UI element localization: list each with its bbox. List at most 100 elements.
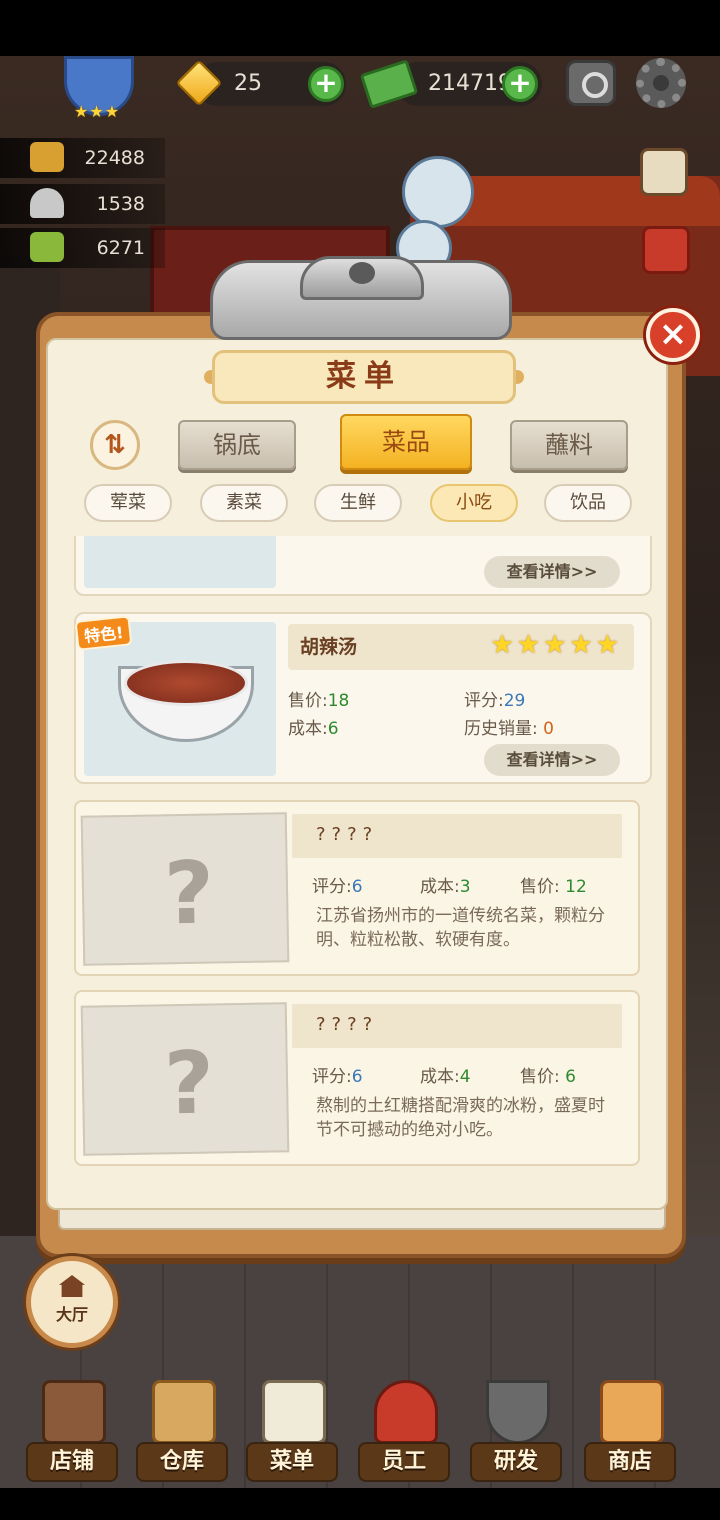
nav-warehouse[interactable]: 仓库	[132, 1370, 232, 1486]
sort-icon[interactable]: ⇅	[90, 420, 140, 470]
rank-stars: ★★★	[74, 102, 121, 121]
soup-icon	[124, 660, 248, 706]
cost-value: 3	[459, 877, 471, 897]
view-details-button[interactable]: 查看详情>>	[484, 744, 620, 776]
rank-badge[interactable]: ★★★	[34, 56, 162, 126]
storefront-icon	[42, 1380, 106, 1444]
tab-soup-base[interactable]: 锅底	[178, 420, 296, 470]
stat-popularity: 22488	[0, 138, 165, 178]
gem-count: 25	[234, 71, 262, 96]
nav-menu[interactable]: 菜单	[242, 1370, 342, 1486]
price-info: 售价: 12	[520, 872, 587, 897]
menu-title: 菜单	[212, 350, 516, 404]
star-rating: ★★★★★	[490, 630, 622, 660]
dish-card: 查看详情>>	[74, 536, 652, 596]
stat-value: 1538	[96, 193, 145, 215]
wok-icon	[486, 1380, 550, 1444]
gear-icon[interactable]	[636, 58, 686, 108]
clipboard-clip-hole	[349, 262, 375, 284]
dish-description: 熬制的土红糖搭配滑爽的冰粉，盛夏时节不可撼动的绝对小吃。	[316, 1096, 605, 1140]
nav-label: 仓库	[136, 1442, 228, 1482]
sales-label: 历史销量:	[464, 719, 538, 739]
subtab-drinks[interactable]: 饮品	[544, 484, 632, 522]
shop-icon	[600, 1380, 664, 1444]
price-value: 12	[565, 877, 587, 897]
tab-dipping-sauce[interactable]: 蘸料	[510, 420, 628, 470]
price-label: 售价:	[520, 1067, 560, 1087]
cost-info: 成本:4	[420, 1062, 471, 1087]
stat-service: 1538	[0, 184, 165, 224]
cost-value: 6	[327, 719, 339, 739]
add-cash-button[interactable]: +	[502, 66, 538, 102]
status-bar	[0, 0, 720, 56]
cash-count: 214719	[428, 71, 512, 96]
cost-label: 成本:	[420, 877, 460, 897]
hall-button[interactable]: 大厅	[26, 1256, 118, 1348]
nav-shop[interactable]: 商店	[580, 1370, 680, 1486]
subtab-fresh[interactable]: 生鲜	[314, 484, 402, 522]
book-icon	[30, 232, 64, 262]
rating-value: 6	[351, 877, 363, 897]
dish-name-bar: ????	[292, 814, 622, 858]
special-tag: 特色!	[74, 615, 133, 651]
house-icon	[59, 1275, 85, 1297]
bottom-nav: 店铺 仓库 菜单 员工 研发 商店	[0, 1370, 720, 1490]
subtab-meat[interactable]: 荤菜	[84, 484, 172, 522]
locked-dish-image: ?	[80, 1002, 290, 1156]
dish-description: 江苏省扬州市的一道传统名菜，颗粒分明、粒粒松散、软硬有度。	[316, 906, 605, 950]
boxes-icon	[152, 1380, 216, 1444]
dish-name: ????	[316, 824, 379, 845]
nav-store[interactable]: 店铺	[22, 1370, 122, 1486]
nav-label: 商店	[584, 1442, 676, 1482]
nav-staff[interactable]: 员工	[354, 1370, 454, 1486]
nav-label: 员工	[358, 1442, 450, 1482]
subtab-vegetable[interactable]: 素菜	[200, 484, 288, 522]
price-label: 售价:	[288, 691, 328, 711]
chef-icon	[374, 1380, 438, 1444]
rating-value: 29	[503, 691, 526, 711]
price-value: 6	[565, 1067, 576, 1087]
tab-dishes[interactable]: 菜品	[340, 414, 472, 470]
system-nav-bar	[0, 1488, 720, 1520]
dish-card-featured: 特色! 胡辣汤 ★★★★★ 售价:18 成本:6 评分:29 历史销量: 0 查…	[74, 612, 652, 784]
stat-menu: 6271	[0, 228, 165, 268]
locked-dish-card: ? ???? 评分:6 成本:3 售价: 12 江苏省扬州市的一道传统名菜，颗粒…	[74, 800, 640, 976]
cost-info: 成本:3	[420, 872, 471, 897]
price-info: 售价:18	[288, 686, 349, 711]
dish-name: 胡辣汤	[300, 636, 358, 658]
dish-list[interactable]: 查看详情>> 特色! 胡辣汤 ★★★★★ 售价:18 成本:6 评分:29 历史…	[60, 536, 660, 1180]
locked-dish-image: ?	[80, 812, 290, 966]
sales-value: 0	[543, 719, 554, 739]
rating-info: 评分:29	[464, 686, 525, 711]
cost-label: 成本:	[288, 719, 328, 739]
question-mark-icon: ?	[163, 843, 215, 945]
cost-value: 4	[459, 1067, 471, 1087]
cloche-icon	[30, 188, 64, 218]
dish-name-bar: ????	[292, 1004, 622, 1048]
cost-info: 成本:6	[288, 714, 339, 739]
nav-research[interactable]: 研发	[466, 1370, 566, 1486]
rating-label: 评分:	[464, 691, 504, 711]
close-button[interactable]: ×	[646, 308, 700, 362]
stat-value: 6271	[96, 237, 145, 259]
add-gems-button[interactable]: +	[308, 66, 344, 102]
rating-label: 评分:	[312, 877, 352, 897]
dish-name: ????	[316, 1014, 379, 1035]
rating-info: 评分:6	[312, 1062, 363, 1087]
question-mark-icon: ?	[163, 1033, 215, 1135]
camera-icon[interactable]	[566, 60, 616, 106]
locked-dish-card: ? ???? 评分:6 成本:4 售价: 6 熬制的土红糖搭配滑爽的冰粉，盛夏时…	[74, 990, 640, 1166]
stat-value: 22488	[84, 147, 145, 169]
price-info: 售价: 6	[520, 1062, 576, 1087]
view-details-button[interactable]: 查看详情>>	[484, 556, 620, 588]
rating-value: 6	[351, 1067, 363, 1087]
help-book-icon[interactable]	[640, 148, 688, 196]
task-book-icon[interactable]	[642, 226, 690, 274]
subtab-snacks[interactable]: 小吃	[430, 484, 518, 522]
nav-label: 研发	[470, 1442, 562, 1482]
bg-plate	[402, 156, 474, 228]
clipboard-icon	[262, 1380, 326, 1444]
rating-info: 评分:6	[312, 872, 363, 897]
cost-label: 成本:	[420, 1067, 460, 1087]
nav-label: 菜单	[246, 1442, 338, 1482]
